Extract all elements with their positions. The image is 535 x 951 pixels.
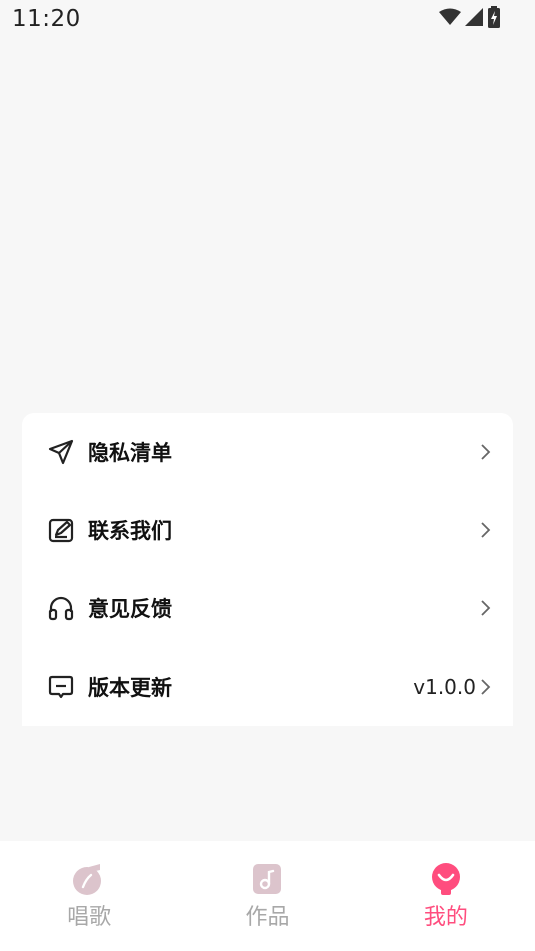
version-value: v1.0.0	[413, 675, 476, 699]
bottom-navigation: 唱歌 作品 我的	[0, 841, 535, 951]
music-file-icon	[250, 862, 284, 896]
menu-item-label: 意见反馈	[88, 597, 172, 621]
message-box-icon	[46, 672, 76, 702]
tab-sing[interactable]: 唱歌	[0, 841, 178, 951]
smiley-profile-icon	[429, 862, 463, 896]
status-icons	[439, 6, 501, 32]
music-note-circle-icon	[72, 862, 106, 896]
headphones-icon	[46, 593, 76, 623]
tab-works[interactable]: 作品	[178, 841, 356, 951]
status-time: 11:20	[12, 6, 81, 32]
chevron-right-icon	[477, 520, 493, 540]
status-bar: 11:20	[0, 0, 535, 38]
menu-item-privacy-list[interactable]: 隐私清单	[22, 413, 513, 491]
menu-item-version-update[interactable]: 版本更新 v1.0.0	[22, 648, 513, 726]
send-icon	[46, 437, 76, 467]
chevron-right-icon	[477, 442, 493, 462]
chevron-right-icon	[477, 598, 493, 618]
cellular-signal-icon	[465, 8, 483, 30]
settings-menu-card: 隐私清单 联系我们 意见反馈 版本更新 v1.0.0	[22, 413, 513, 726]
menu-item-label: 隐私清单	[88, 441, 172, 465]
menu-item-label: 联系我们	[88, 519, 172, 543]
chevron-right-icon	[477, 677, 493, 697]
tab-label: 唱歌	[67, 905, 112, 930]
tab-label: 作品	[245, 905, 290, 930]
menu-item-feedback[interactable]: 意见反馈	[22, 569, 513, 647]
tab-label: 我的	[423, 905, 468, 930]
menu-item-label: 版本更新	[88, 676, 172, 700]
wifi-icon	[439, 8, 461, 30]
edit-note-icon	[46, 515, 76, 545]
tab-mine[interactable]: 我的	[357, 841, 535, 951]
battery-charging-icon	[487, 6, 501, 32]
menu-item-contact-us[interactable]: 联系我们	[22, 491, 513, 569]
screen: 11:20 隐私清单 联系我们 意见反馈 版本更新 v1.0.0 唱歌 作品 我…	[0, 0, 535, 951]
